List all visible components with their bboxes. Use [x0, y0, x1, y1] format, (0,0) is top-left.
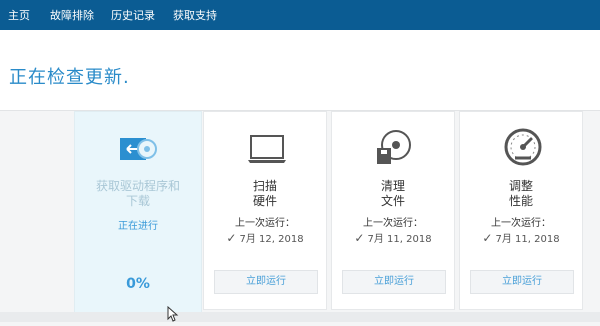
last-run-date: 7月 12, 2018 [239, 234, 304, 245]
status-in-progress: 正在进行 [118, 221, 158, 232]
card-title-line2: 硬件 [252, 194, 277, 208]
last-run-date-row: ✓ 7月 12, 2018 [204, 230, 326, 245]
last-run-label: 上一次运行： [235, 218, 295, 229]
card-tune-performance: 调整 性能 上一次运行： ✓ 7月 11, 2018 立即运行 [459, 111, 583, 310]
checkmark-icon: ✓ [482, 231, 493, 245]
laptop-icon [247, 134, 287, 168]
page-header: 正在检查更新. [0, 30, 600, 111]
card-title: 扫描 硬件 [204, 179, 326, 209]
nav-item-history[interactable]: 历史记录 [111, 9, 155, 22]
top-nav-bar: 主页 故障排除 历史记录 获取支持 [0, 0, 600, 30]
run-now-button[interactable]: 立即运行 [470, 270, 574, 294]
card-title: 清理 文件 [332, 179, 454, 209]
card-title-line1: 扫描 [252, 179, 277, 193]
card-clean-files: 清理 文件 上一次运行： ✓ 7月 11, 2018 立即运行 [331, 111, 455, 310]
nav-item-get-support[interactable]: 获取支持 [173, 9, 217, 22]
card-title-line1: 清理 [380, 179, 405, 193]
run-now-button[interactable]: 立即运行 [342, 270, 446, 294]
card-title: 获取驱动程序和 下载 [75, 179, 201, 209]
speedometer-icon [504, 128, 542, 170]
disk-cleanup-icon [376, 128, 412, 170]
last-run-date: 7月 11, 2018 [367, 234, 432, 245]
last-run-date-row: ✓ 7月 11, 2018 [460, 230, 582, 245]
card-scan-hardware: 扫描 硬件 上一次运行： ✓ 7月 12, 2018 立即运行 [203, 111, 327, 310]
card-title-line2: 文件 [380, 194, 405, 208]
last-run-date-row: ✓ 7月 11, 2018 [332, 230, 454, 245]
last-run-label: 上一次运行： [363, 218, 423, 229]
page-title: 正在检查更新. [9, 67, 130, 88]
card-title: 调整 性能 [460, 179, 582, 209]
last-run-label: 上一次运行： [491, 218, 551, 229]
card-title-line2: 性能 [508, 194, 533, 208]
nav-item-troubleshoot[interactable]: 故障排除 [50, 9, 94, 22]
card-title-line1: 调整 [508, 179, 533, 193]
last-run-date: 7月 11, 2018 [495, 234, 560, 245]
checkmark-icon: ✓ [354, 231, 365, 245]
card-title-line2: 下载 [125, 194, 150, 208]
download-arrow-icon [120, 136, 158, 166]
bottom-strip [0, 312, 600, 322]
run-now-button[interactable]: 立即运行 [214, 270, 318, 294]
nav-item-home[interactable]: 主页 [8, 9, 30, 22]
mouse-cursor-icon [167, 305, 179, 326]
card-title-line1: 获取驱动程序和 [95, 179, 180, 193]
card-drivers-downloads: 获取驱动程序和 下载 正在进行 0% [74, 111, 202, 313]
checkmark-icon: ✓ [226, 231, 237, 245]
progress-percent: 0% [126, 276, 150, 292]
